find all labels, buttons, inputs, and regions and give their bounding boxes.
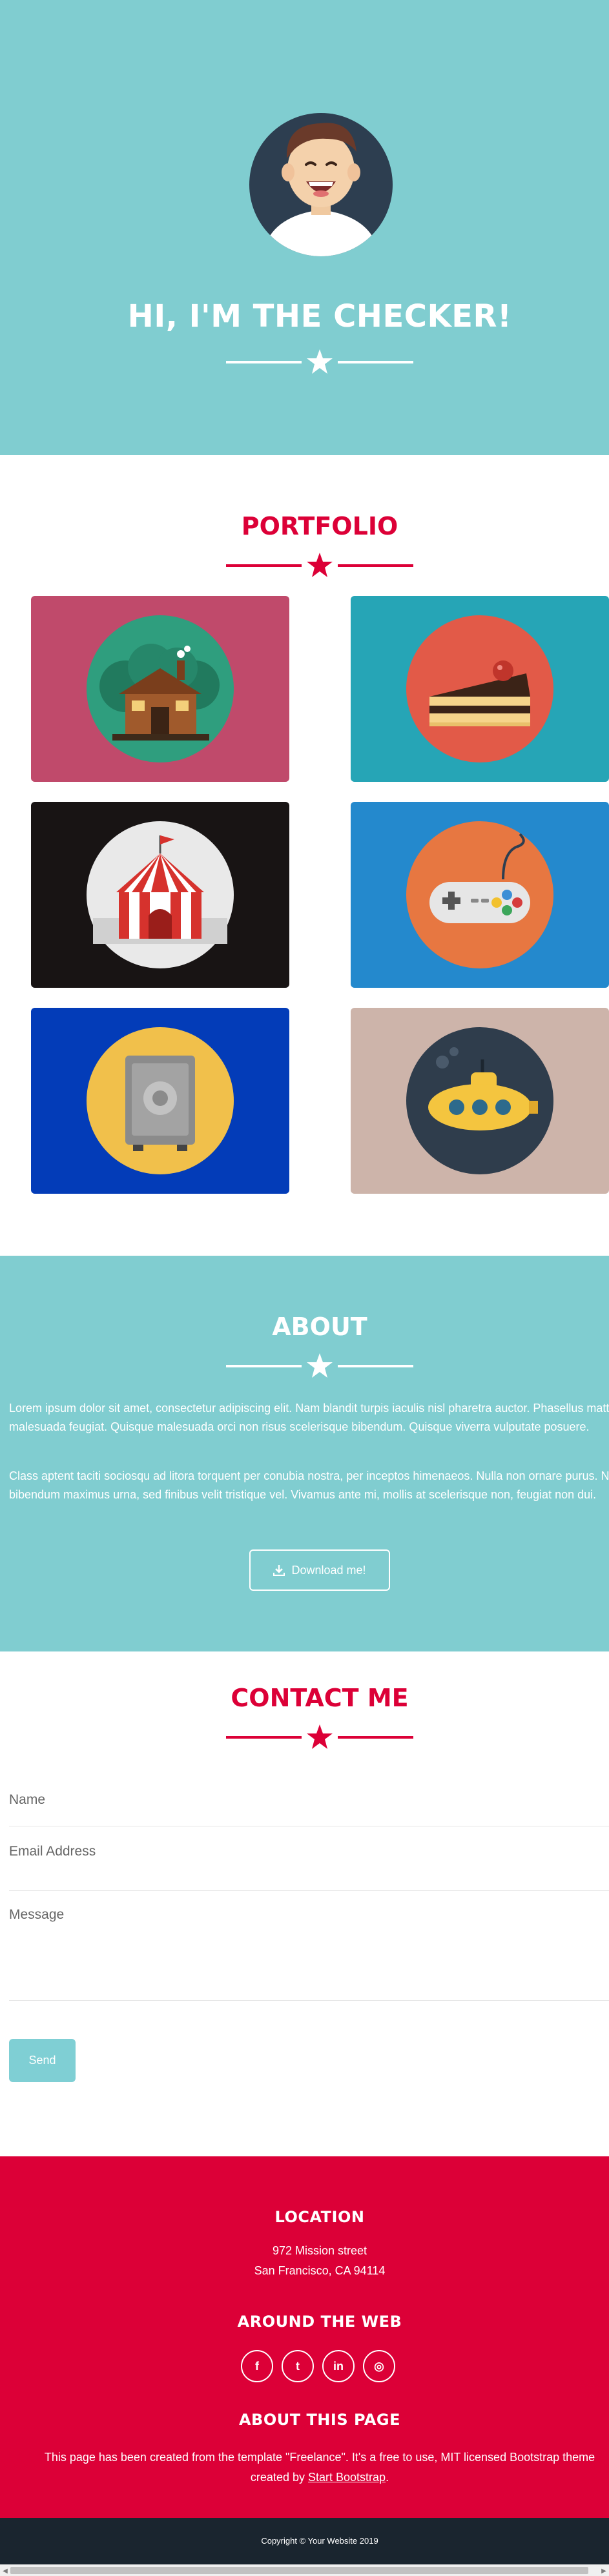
download-icon bbox=[273, 1565, 285, 1576]
about-divider bbox=[0, 1353, 609, 1378]
location-title: LOCATION bbox=[274, 2208, 365, 2226]
star-icon bbox=[307, 1353, 333, 1378]
address-line-1: 972 Mission street bbox=[272, 2244, 367, 2257]
linkedin-icon: in bbox=[333, 2359, 344, 2373]
email-field[interactable]: Email Address bbox=[9, 1826, 609, 1891]
send-button[interactable]: Send bbox=[9, 2039, 76, 2082]
page: HI, I'M THE CHECKER! PORTFOLIO ABOUT Lor… bbox=[0, 0, 609, 2564]
twitter-link[interactable]: t bbox=[282, 2350, 314, 2382]
about-page-text: This page has been created from the temp… bbox=[44, 2451, 595, 2464]
credit-suffix: . bbox=[386, 2471, 389, 2484]
portfolio-title: PORTFOLIO bbox=[241, 512, 398, 540]
twitter-icon: t bbox=[296, 2359, 300, 2373]
horizontal-scrollbar[interactable]: ◀ ▶ bbox=[0, 2564, 609, 2576]
about-page-credit: created by Start Bootstrap. bbox=[0, 2471, 609, 2484]
address-line-2: San Francisco, CA 94114 bbox=[254, 2264, 386, 2277]
facebook-icon: f bbox=[255, 2359, 259, 2373]
portfolio-section: PORTFOLIO bbox=[0, 455, 609, 1256]
message-field[interactable]: Message bbox=[9, 1890, 609, 2001]
submarine-icon bbox=[406, 1027, 553, 1174]
download-label: Download me! bbox=[291, 1563, 366, 1577]
hero-divider bbox=[0, 349, 609, 374]
about-section: ABOUT Lorem ipsum dolor sit amet, consec… bbox=[0, 1256, 609, 1651]
safe-icon bbox=[87, 1027, 234, 1174]
contact-divider bbox=[0, 1724, 609, 1750]
facebook-link[interactable]: f bbox=[241, 2350, 273, 2382]
start-bootstrap-link[interactable]: Start Bootstrap bbox=[308, 2471, 386, 2484]
circus-tent-icon bbox=[87, 821, 234, 968]
linkedin-link[interactable]: in bbox=[322, 2350, 355, 2382]
portfolio-item-safe[interactable] bbox=[31, 1008, 289, 1194]
star-icon bbox=[307, 1724, 333, 1749]
name-placeholder: Name bbox=[9, 1792, 46, 1807]
scrollbar-thumb[interactable] bbox=[10, 2567, 588, 2574]
about-title: ABOUT bbox=[272, 1313, 367, 1341]
created-by-text: created by bbox=[250, 2471, 305, 2484]
cake-icon bbox=[406, 615, 553, 762]
message-placeholder: Message bbox=[9, 1907, 65, 1922]
contact-section: CONTACT ME Name Email Address Message Se… bbox=[0, 1651, 609, 2156]
cabin-icon bbox=[87, 615, 234, 762]
scroll-left-icon[interactable]: ◀ bbox=[1, 2566, 10, 2575]
hero-title: HI, I'M THE CHECKER! bbox=[127, 298, 512, 334]
portfolio-item-submarine[interactable] bbox=[351, 1008, 609, 1194]
copyright-text: Copyright © Your Website 2019 bbox=[261, 2536, 378, 2546]
portfolio-item-cabin[interactable] bbox=[31, 596, 289, 782]
email-placeholder: Email Address bbox=[9, 1844, 96, 1859]
star-icon bbox=[307, 553, 333, 577]
portfolio-divider bbox=[0, 552, 609, 578]
download-button[interactable]: Download me! bbox=[249, 1549, 390, 1591]
dribbble-link[interactable]: ◎ bbox=[363, 2350, 395, 2382]
avatar bbox=[249, 113, 393, 256]
portfolio-item-game[interactable] bbox=[351, 802, 609, 988]
copyright-bar: Copyright © Your Website 2019 bbox=[0, 2518, 609, 2564]
contact-title: CONTACT ME bbox=[231, 1684, 409, 1712]
name-field[interactable]: Name bbox=[9, 1774, 609, 1826]
star-icon bbox=[307, 349, 333, 374]
scroll-right-icon[interactable]: ▶ bbox=[599, 2566, 608, 2575]
hero-section: HI, I'M THE CHECKER! bbox=[0, 0, 609, 455]
game-controller-icon bbox=[406, 821, 553, 968]
portfolio-item-circus[interactable] bbox=[31, 802, 289, 988]
portfolio-item-cake[interactable] bbox=[351, 596, 609, 782]
about-paragraph-2: Class aptent taciti sociosqu ad litora t… bbox=[9, 1469, 609, 1501]
about-paragraph-1: Lorem ipsum dolor sit amet, consectetur … bbox=[9, 1402, 609, 1433]
around-web-title: AROUND THE WEB bbox=[237, 2313, 402, 2331]
dribbble-icon: ◎ bbox=[374, 2359, 384, 2373]
about-page-title: ABOUT THIS PAGE bbox=[238, 2411, 401, 2429]
